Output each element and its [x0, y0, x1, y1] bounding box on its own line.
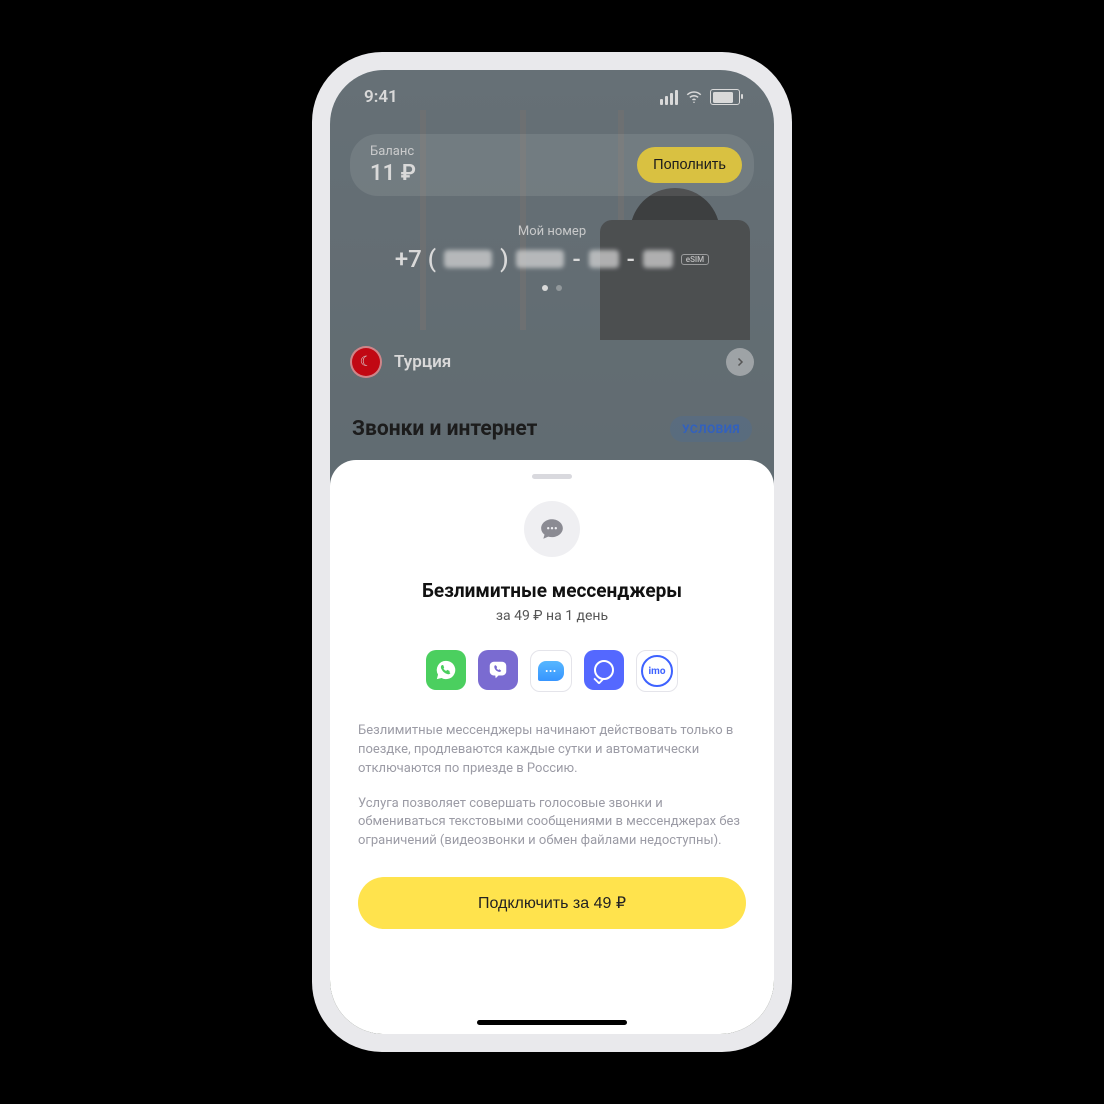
sheet-handle[interactable] [532, 474, 572, 479]
sheet-title: Безлимитные мессенджеры [358, 579, 746, 602]
signal-icon [584, 650, 624, 690]
imo-icon: imo [636, 650, 678, 692]
phone-frame: 9:41 Баланс 11 ₽ Пополнить [312, 52, 792, 1052]
app-icons-row: imo [358, 650, 746, 692]
imo-icon-text: imo [641, 655, 673, 687]
sheet-price: за 49 ₽ на 1 день [358, 608, 746, 624]
sheet-description-1: Безлимитные мессенджеры начинают действо… [358, 722, 746, 779]
viber-icon [478, 650, 518, 690]
sheet-description-2: Услуга позволяет совершать голосовые зво… [358, 795, 746, 852]
imessage-icon [530, 650, 572, 692]
chat-icon [524, 501, 580, 557]
connect-button[interactable]: Подключить за 49 ₽ [358, 877, 746, 929]
home-indicator[interactable] [477, 1020, 627, 1025]
bottom-sheet: Безлимитные мессенджеры за 49 ₽ на 1 ден… [330, 460, 774, 1034]
screen: 9:41 Баланс 11 ₽ Пополнить [330, 70, 774, 1034]
whatsapp-icon [426, 650, 466, 690]
